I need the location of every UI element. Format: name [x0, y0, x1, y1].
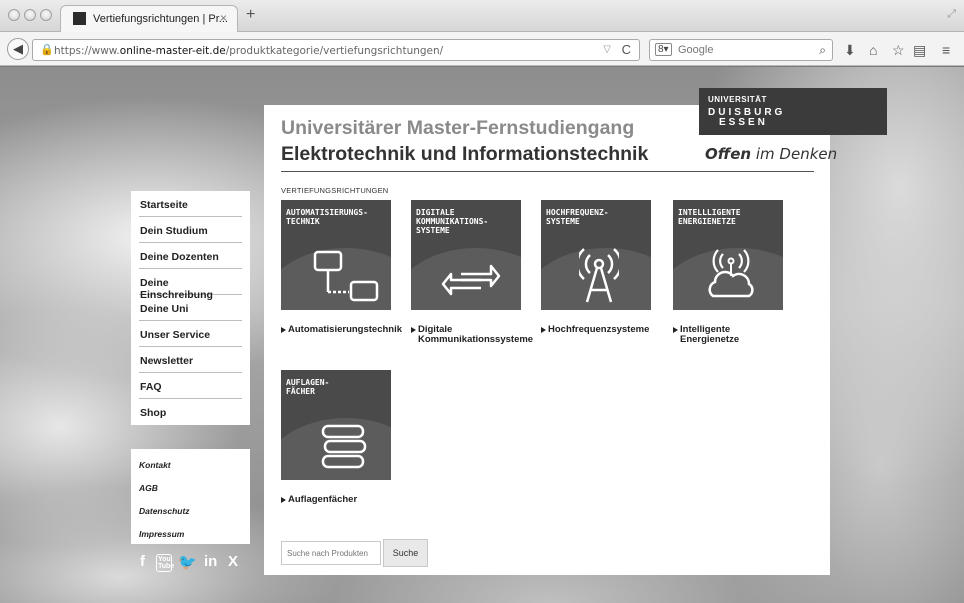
sidebar-item-newsletter[interactable]: Newsletter — [139, 347, 242, 373]
social-links: f You Tube 🐦 in X — [138, 553, 248, 575]
browser-titlebar: Vertiefungsrichtungen | Pr... × + ⤢ — [0, 0, 964, 32]
link-auflagenfaecher[interactable]: Auflagenfächer — [280, 495, 357, 505]
star-icon[interactable]: ☆ — [892, 42, 905, 59]
header-divider — [281, 171, 814, 172]
antenna-icon — [579, 248, 619, 303]
page-title: Elektrotechnik und Informationstechnik — [281, 143, 649, 165]
sidebar-item-deine-dozenten[interactable]: Deine Dozenten — [139, 243, 242, 269]
twitter-icon[interactable]: 🐦 — [178, 553, 197, 571]
link-kontakt[interactable]: Kontakt — [131, 455, 250, 478]
link-intelligente-energienetze[interactable]: Intelligente Energienetze — [672, 325, 739, 345]
secondary-nav: Kontakt AGB Datenschutz Impressum — [131, 449, 250, 544]
close-window-button[interactable] — [8, 9, 20, 21]
books-icon — [321, 424, 367, 469]
favicon-icon — [73, 12, 86, 25]
university-logo[interactable]: UNIVERSITÄT DUISBURG ESSEN — [699, 88, 887, 135]
search-bar-placeholder: Google — [678, 44, 714, 56]
page-viewport: UNIVERSITÄT DUISBURG ESSEN Universitärer… — [0, 67, 964, 603]
zoom-window-button[interactable] — [40, 9, 52, 21]
minimize-window-button[interactable] — [24, 9, 36, 21]
search-engine-badge[interactable]: 8▾ — [655, 43, 672, 56]
search-bar[interactable]: 8▾ Google ⌕ — [649, 39, 833, 61]
linkedin-icon[interactable]: in — [204, 553, 217, 570]
url-text: https://www.online-master-eit.de/produkt… — [54, 45, 444, 57]
tile-digitale-kommunikationssysteme[interactable]: DIGITALE KOMMUNIKATIONS- SYSTEME — [411, 200, 521, 310]
university-motto: Offen im Denken — [705, 145, 838, 163]
tile-automatisierungstechnik[interactable]: AUTOMATISIERUNGS- TECHNIK — [281, 200, 391, 310]
link-datenschutz[interactable]: Datenschutz — [131, 501, 250, 524]
sidebar-item-shop[interactable]: Shop — [139, 399, 242, 425]
back-icon[interactable]: ◀ — [7, 38, 29, 60]
sidebar-item-dein-studium[interactable]: Dein Studium — [139, 217, 242, 243]
link-impressum[interactable]: Impressum — [131, 524, 250, 547]
sidebar-item-faq[interactable]: FAQ — [139, 373, 242, 399]
new-tab-button[interactable]: + — [246, 6, 255, 24]
browser-tab[interactable]: Vertiefungsrichtungen | Pr... × — [60, 5, 238, 32]
product-search-input[interactable] — [281, 541, 381, 565]
cloud-signal-icon — [708, 249, 754, 298]
tile-auflagenfaecher[interactable]: AUFLAGEN- FÄCHER — [281, 370, 391, 480]
lock-icon: 🔒 — [40, 44, 54, 56]
search-icon[interactable]: ⌕ — [819, 43, 826, 58]
link-agb[interactable]: AGB — [131, 478, 250, 501]
tab-close-icon[interactable]: × — [220, 11, 227, 25]
computer-network-icon — [313, 250, 379, 302]
url-dropdown-icon[interactable]: ▽ — [603, 44, 611, 55]
facebook-icon[interactable]: f — [140, 553, 145, 570]
link-automatisierungstechnik[interactable]: Automatisierungstechnik — [280, 325, 402, 335]
download-icon[interactable]: ⬇ — [844, 42, 856, 59]
page-subtitle: Universitärer Master-Fernstudiengang — [281, 117, 635, 139]
sidebar-item-unser-service[interactable]: Unser Service — [139, 321, 242, 347]
browser-toolbar: ◀ 🔒 https://www.online-master-eit.de/pro… — [0, 32, 964, 66]
sidebar-item-deine-einschreibung[interactable]: Deine Einschreibung — [139, 269, 242, 301]
home-icon[interactable]: ⌂ — [869, 42, 877, 58]
reload-icon[interactable]: C — [622, 42, 631, 57]
link-digitale-kommunikationssysteme[interactable]: Digitale Kommunikationssysteme — [410, 325, 533, 345]
tile-intelligente-energienetze[interactable]: INTELLLIGENTE ENERGIENETZE — [673, 200, 783, 310]
reader-icon[interactable]: ▤ — [913, 42, 926, 59]
xing-icon[interactable]: X — [228, 553, 238, 570]
sidebar-nav: Startseite Dein Studium Deine Dozenten D… — [131, 191, 250, 425]
menu-icon[interactable]: ≡ — [942, 42, 950, 58]
tile-hochfrequenzsysteme[interactable]: HOCHFREQUENZ- SYSTEME — [541, 200, 651, 310]
youtube-icon[interactable]: You Tube — [156, 554, 174, 572]
address-bar[interactable]: 🔒 https://www.online-master-eit.de/produ… — [32, 39, 640, 61]
link-hochfrequenzsysteme[interactable]: Hochfrequenzsysteme — [540, 325, 649, 335]
sidebar-item-startseite[interactable]: Startseite — [139, 191, 242, 217]
section-heading: VERTIEFUNGSRICHTUNGEN — [281, 186, 389, 195]
fullscreen-icon[interactable]: ⤢ — [947, 8, 956, 21]
exchange-arrows-icon — [441, 264, 501, 296]
product-search-button[interactable]: Suche — [383, 539, 428, 567]
tab-title: Vertiefungsrichtungen | Pr... — [93, 13, 228, 25]
